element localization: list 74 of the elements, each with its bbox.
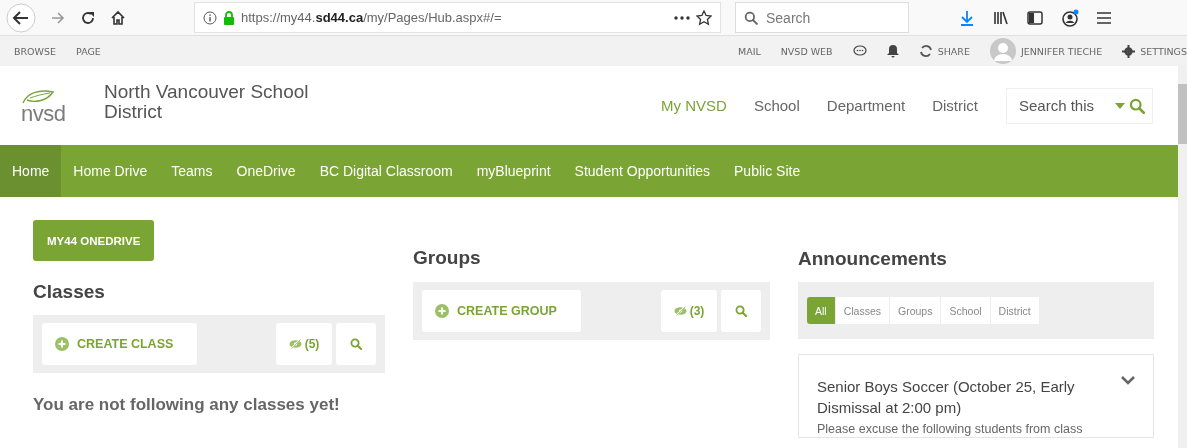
forward-icon[interactable]	[50, 9, 66, 26]
sync-icon	[918, 44, 933, 58]
url-text: https://my44.sd44.ca/my/Pages/Hub.aspx#/=	[241, 10, 502, 25]
section-heading: Groups	[413, 247, 482, 269]
search-icon[interactable]	[350, 338, 362, 350]
eye-slash-icon	[673, 306, 687, 316]
create-button[interactable]: CREATE GROUP	[422, 290, 581, 332]
hidden-count-button[interactable]: (5)	[276, 323, 332, 365]
chevron-down-icon[interactable]	[1121, 376, 1135, 385]
more-icon[interactable]	[674, 15, 690, 20]
chat-icon[interactable]	[852, 45, 867, 57]
filter-tab[interactable]: School	[941, 297, 991, 324]
empty-message: You are not following any classes yet!	[33, 395, 341, 415]
menu-icon[interactable]	[1097, 11, 1111, 24]
settings-link[interactable]: SETTINGS	[1140, 45, 1187, 57]
filter-tab[interactable]: Groups	[890, 297, 942, 324]
top-nav-tab[interactable]: Teams	[159, 145, 225, 197]
top-nav-tab[interactable]: Public Site	[722, 145, 813, 197]
top-nav-tab[interactable]: BC Digital Classroom	[307, 145, 465, 197]
search-icon[interactable]	[735, 305, 747, 317]
plus-circle-icon	[435, 304, 449, 318]
star-icon[interactable]	[696, 9, 712, 26]
create-button[interactable]: CREATE CLASS	[42, 323, 198, 365]
section-heading: Announcements	[798, 248, 948, 270]
lock-icon	[223, 10, 235, 25]
search-field[interactable]: Search	[764, 8, 898, 27]
sidebar-icon[interactable]	[1027, 9, 1043, 26]
library-icon[interactable]	[993, 9, 1009, 26]
announcement-title: Senior Boys Soccer (October 25, Early Dismissal at 2:00 pm)	[817, 377, 1076, 418]
scrollbar[interactable]	[1178, 66, 1187, 448]
info-icon	[203, 10, 217, 25]
onedrive-button[interactable]: MY44 ONEDRIVE	[33, 220, 155, 261]
back-icon[interactable]	[6, 2, 36, 33]
plus-circle-icon	[55, 337, 69, 351]
top-nav-tab[interactable]: Home Drive	[61, 145, 160, 197]
hidden-count-button[interactable]: (3)	[661, 290, 717, 332]
site-nav-link[interactable]: Department	[826, 97, 906, 114]
site-title: North Vancouver School District	[104, 81, 310, 122]
suite-link[interactable]: PAGE	[76, 45, 101, 57]
address-bar[interactable]: https://my44.sd44.ca/my/Pages/Hub.aspx#/=	[194, 2, 721, 33]
logo-text: nvsd	[21, 104, 66, 123]
avatar-icon	[989, 38, 1016, 64]
suite-link[interactable]: BROWSE	[14, 45, 57, 57]
site-nav-link[interactable]: My NVSD	[661, 97, 727, 114]
scrollbar-thumb[interactable]	[1178, 84, 1187, 144]
suite-link[interactable]: MAIL	[737, 45, 761, 57]
site-search-box[interactable]: Search this	[1006, 87, 1153, 124]
bell-icon[interactable]	[886, 44, 899, 58]
filter-tab[interactable]: All	[807, 297, 836, 324]
account-icon[interactable]	[1061, 8, 1079, 27]
search-icon[interactable]	[744, 10, 758, 25]
top-nav-tab[interactable]: OneDrive	[224, 145, 308, 197]
site-search-field[interactable]: Search this	[1017, 96, 1111, 115]
site-nav-link[interactable]: District	[932, 97, 978, 114]
announcement-text: Please excuse the following students from class	[817, 422, 1084, 437]
leaf-logo-icon	[21, 88, 55, 105]
eye-slash-icon	[288, 339, 302, 349]
reload-icon[interactable]	[80, 9, 96, 26]
suite-link[interactable]: NVSD WEB	[780, 45, 833, 57]
user-name[interactable]: JENNIFER TIECHE	[1020, 45, 1103, 57]
search-icon[interactable]	[1129, 97, 1145, 114]
settings-icon	[1122, 44, 1136, 58]
top-nav-tab[interactable]: Student Opportunities	[562, 145, 723, 197]
filter-tab[interactable]: Classes	[835, 297, 891, 324]
section-heading: Classes	[33, 281, 106, 303]
search-box[interactable]: Search	[735, 2, 909, 33]
top-nav-tab[interactable]: Home	[0, 145, 62, 197]
top-nav-tab[interactable]: myBlueprint	[464, 145, 563, 197]
share-link[interactable]: SHARE	[937, 45, 970, 57]
caret-icon[interactable]	[1115, 102, 1125, 109]
filter-tab[interactable]: District	[990, 297, 1040, 324]
site-nav-link[interactable]: School	[753, 97, 800, 114]
download-icon[interactable]	[959, 9, 975, 26]
home-icon[interactable]	[110, 9, 126, 26]
